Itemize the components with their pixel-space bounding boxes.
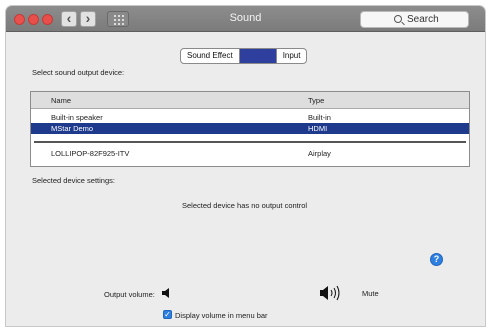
tab-sound-effect[interactable]: Sound Effect xyxy=(181,49,240,63)
table-row-selected[interactable]: MStar Demo HDMI xyxy=(31,123,469,134)
output-device-table: Name Type Built-in speaker Built-in MSta… xyxy=(30,91,470,167)
search-placeholder: Search xyxy=(407,14,439,25)
title-bar: ‹ › Sound Search xyxy=(6,6,485,32)
tab-bar: Sound Effect Output Input xyxy=(180,48,308,64)
sound-preferences-window: ‹ › Sound Search Sound Effect Output Inp… xyxy=(6,6,485,326)
search-field[interactable]: Search xyxy=(360,11,469,28)
help-button[interactable]: ? xyxy=(430,253,443,266)
device-name: LOLLIPOP-82F925-ITV xyxy=(51,149,130,158)
table-row[interactable]: Built-in speaker Built-in xyxy=(31,112,469,123)
display-volume-label: Display volume in menu bar xyxy=(175,311,268,320)
checkmark-icon: ✓ xyxy=(164,310,171,319)
tab-output[interactable]: Output xyxy=(239,49,277,63)
no-output-control-message: Selected device has no output control xyxy=(182,201,308,210)
tab-input[interactable]: Input xyxy=(277,49,307,63)
speaker-high-icon xyxy=(320,285,340,301)
display-volume-checkbox[interactable]: ✓ xyxy=(163,310,172,319)
row-divider xyxy=(34,141,466,143)
help-icon: ? xyxy=(433,254,440,264)
mute-label[interactable]: Mute xyxy=(362,289,379,298)
device-settings-label: Selected device settings: xyxy=(32,176,115,185)
column-header-name[interactable]: Name xyxy=(51,96,71,105)
search-icon xyxy=(394,15,402,23)
select-device-label: Select sound output device: xyxy=(32,68,125,77)
device-type: Airplay xyxy=(308,149,331,158)
column-header-type[interactable]: Type xyxy=(308,96,324,105)
table-header: Name Type xyxy=(31,92,469,109)
device-name: Built-in speaker xyxy=(51,113,103,122)
device-name: MStar Demo xyxy=(51,124,94,133)
device-type: Built-in xyxy=(308,113,331,122)
device-type: HDMI xyxy=(308,124,328,133)
table-row[interactable]: LOLLIPOP-82F925-ITV Airplay xyxy=(31,148,469,159)
speaker-low-icon xyxy=(162,288,169,298)
output-volume-label: Output volume: xyxy=(104,290,155,299)
